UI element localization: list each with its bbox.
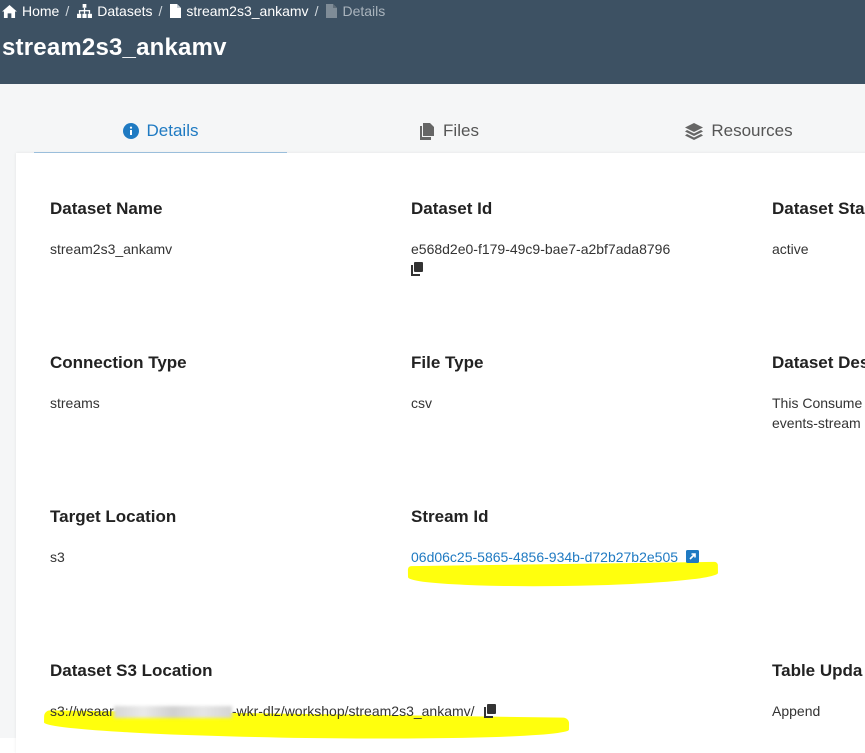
field-value: streams [50, 395, 100, 411]
field-dataset-name: Dataset Name stream2s3_ankamv [50, 199, 172, 259]
field-connection-type: Connection Type streams [50, 353, 187, 413]
field-value: active [772, 241, 809, 257]
layers-icon [685, 122, 704, 140]
field-value: csv [411, 395, 432, 411]
field-label: Dataset Sta [772, 199, 865, 218]
field-dataset-status: Dataset Sta active [772, 199, 865, 259]
field-label: Stream Id [411, 507, 489, 526]
tab-resources-label: Resources [711, 121, 793, 140]
field-label: Dataset S3 Location [50, 661, 213, 680]
breadcrumb-home[interactable]: Home [2, 3, 59, 19]
field-dataset-id: Dataset Id e568d2e0-f179-49c9-bae7-a2bf7… [411, 199, 670, 277]
breadcrumb-datasets[interactable]: Datasets [77, 3, 153, 19]
page-title: stream2s3_ankamv [2, 34, 227, 61]
field-value: e568d2e0-f179-49c9-bae7-a2bf7ada8796 [411, 241, 671, 257]
file-icon [326, 4, 338, 18]
field-value: 06d06c25-5865-4856-934b-d72b27b2e505 [411, 547, 699, 567]
breadcrumb: Home / Datasets / stream2s3_ankamv / Det… [2, 2, 385, 20]
field-label: Connection Type [50, 353, 187, 372]
field-value: s3 [50, 549, 65, 565]
copy-icon[interactable] [411, 261, 423, 276]
field-value: Append [772, 703, 821, 719]
tab-files-label: Files [443, 121, 479, 140]
field-file-type: File Type csv [411, 353, 483, 413]
description-line: events-stream [772, 415, 861, 431]
field-target-location: Target Location s3 [50, 507, 176, 567]
home-icon [2, 4, 17, 18]
tab-files[interactable]: Files [354, 110, 544, 152]
sitemap-icon [77, 4, 93, 18]
field-label: Table Upda [772, 661, 863, 680]
field-table-update: Table Upda Append [772, 661, 862, 721]
breadcrumb-separator: / [65, 3, 70, 19]
breadcrumb-separator: / [158, 3, 163, 19]
field-s3-location: Dataset S3 Location s3://wsaar -wkr-dlz/w… [50, 661, 497, 721]
breadcrumb-datasets-label: Datasets [97, 3, 153, 19]
field-value: This Consume events-stream [772, 393, 865, 433]
external-link-icon[interactable] [685, 550, 699, 563]
field-value: stream2s3_ankamv [50, 241, 173, 257]
breadcrumb-dataset[interactable]: stream2s3_ankamv [170, 3, 309, 19]
info-circle-icon [122, 123, 139, 139]
file-icon [170, 4, 182, 18]
redacted-text [113, 706, 232, 719]
field-value: s3://wsaar -wkr-dlz/workshop/stream2s3_an… [50, 701, 497, 721]
description-line: This Consume [772, 395, 863, 411]
field-label: File Type [411, 353, 484, 372]
tab-bar: Details Files Resources [34, 110, 865, 154]
breadcrumb-current-label: Details [342, 3, 386, 19]
s3-location-prefix: s3://wsaar [50, 703, 114, 719]
field-label: Dataset Name [50, 199, 163, 218]
tab-details-label: Details [146, 121, 199, 140]
breadcrumb-separator: / [314, 3, 319, 19]
copy-icon[interactable] [484, 704, 497, 718]
files-icon [420, 122, 435, 140]
tab-resources[interactable]: Resources [644, 110, 834, 152]
page-header: Home / Datasets / stream2s3_ankamv / Det… [0, 0, 865, 84]
field-label: Dataset Id [411, 199, 493, 218]
breadcrumb-home-label: Home [22, 3, 60, 19]
field-label: Dataset Des [772, 353, 865, 372]
tab-details[interactable]: Details [34, 110, 287, 154]
stream-id-link[interactable]: 06d06c25-5865-4856-934b-d72b27b2e505 [411, 549, 678, 565]
breadcrumb-current: Details [326, 3, 385, 19]
field-stream-id: Stream Id 06d06c25-5865-4856-934b-d72b27… [411, 507, 699, 567]
s3-location-suffix: -wkr-dlz/workshop/stream2s3_ankamv/ [231, 703, 475, 719]
field-label: Target Location [50, 507, 177, 526]
breadcrumb-dataset-label: stream2s3_ankamv [186, 3, 309, 19]
field-dataset-description: Dataset Des This Consume events-stream [772, 353, 865, 433]
